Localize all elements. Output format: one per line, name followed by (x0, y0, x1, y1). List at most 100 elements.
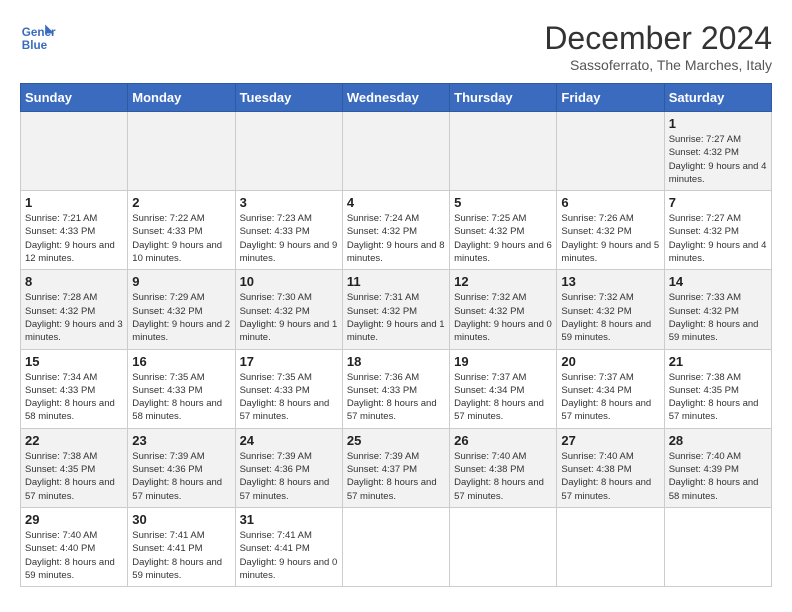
weekday-header-monday: Monday (128, 84, 235, 112)
calendar-cell: 30 Sunrise: 7:41 AMSunset: 4:41 PMDayligh… (128, 507, 235, 586)
day-number: 18 (347, 354, 445, 369)
calendar-week-4: 22 Sunrise: 7:38 AMSunset: 4:35 PMDayligh… (21, 428, 772, 507)
calendar-cell: 27 Sunrise: 7:40 AMSunset: 4:38 PMDayligh… (557, 428, 664, 507)
calendar-cell: 6 Sunrise: 7:26 AMSunset: 4:32 PMDaylight… (557, 191, 664, 270)
day-number: 23 (132, 433, 230, 448)
calendar-cell: 29 Sunrise: 7:40 AMSunset: 4:40 PMDayligh… (21, 507, 128, 586)
day-number: 19 (454, 354, 552, 369)
calendar-cell (235, 112, 342, 191)
day-info: Sunrise: 7:22 AMSunset: 4:33 PMDaylight:… (132, 212, 230, 265)
day-info: Sunrise: 7:26 AMSunset: 4:32 PMDaylight:… (561, 212, 659, 265)
weekday-header-tuesday: Tuesday (235, 84, 342, 112)
weekday-header-wednesday: Wednesday (342, 84, 449, 112)
day-number: 31 (240, 512, 338, 527)
calendar-cell: 2Sunrise: 7:22 AMSunset: 4:33 PMDaylight… (128, 191, 235, 270)
calendar-cell: 19Sunrise: 7:37 AMSunset: 4:34 PMDayligh… (450, 349, 557, 428)
calendar-week-3: 15 Sunrise: 7:34 AMSunset: 4:33 PMDayligh… (21, 349, 772, 428)
calendar-cell: 1Sunrise: 7:27 AMSunset: 4:32 PMDaylight… (664, 112, 771, 191)
day-info: Sunrise: 7:41 AMSunset: 4:41 PMDaylight:… (240, 529, 338, 582)
day-info: Sunrise: 7:40 AMSunset: 4:39 PMDaylight:… (669, 450, 767, 503)
svg-text:Blue: Blue (22, 39, 48, 52)
calendar-cell (21, 112, 128, 191)
day-info: Sunrise: 7:23 AMSunset: 4:33 PMDaylight:… (240, 212, 338, 265)
day-number: 11 (347, 274, 445, 289)
day-info: Sunrise: 7:27 AMSunset: 4:32 PMDaylight:… (669, 212, 767, 265)
day-info: Sunrise: 7:41 AMSunset: 4:41 PMDaylight:… (132, 529, 230, 582)
calendar-cell: 9Sunrise: 7:29 AMSunset: 4:32 PMDaylight… (128, 270, 235, 349)
day-number: 16 (132, 354, 230, 369)
calendar-cell: 11 Sunrise: 7:31 AMSunset: 4:32 PMDayligh… (342, 270, 449, 349)
day-number: 20 (561, 354, 659, 369)
day-info: Sunrise: 7:36 AMSunset: 4:33 PMDaylight:… (347, 371, 445, 424)
calendar-cell: 16 Sunrise: 7:35 AMSunset: 4:33 PMDayligh… (128, 349, 235, 428)
day-number: 12 (454, 274, 552, 289)
calendar-cell: 18 Sunrise: 7:36 AMSunset: 4:33 PMDayligh… (342, 349, 449, 428)
day-number: 26 (454, 433, 552, 448)
day-info: Sunrise: 7:35 AMSunset: 4:33 PMDaylight:… (240, 371, 338, 424)
day-number: 8 (25, 274, 123, 289)
day-info: Sunrise: 7:39 AMSunset: 4:36 PMDaylight:… (132, 450, 230, 503)
day-info: Sunrise: 7:38 AMSunset: 4:35 PMDaylight:… (669, 371, 767, 424)
weekday-header-saturday: Saturday (664, 84, 771, 112)
calendar-cell (450, 507, 557, 586)
calendar-cell: 10Sunrise: 7:30 AMSunset: 4:32 PMDayligh… (235, 270, 342, 349)
day-info: Sunrise: 7:28 AMSunset: 4:32 PMDaylight:… (25, 291, 123, 344)
day-number: 4 (347, 195, 445, 210)
day-info: Sunrise: 7:40 AMSunset: 4:38 PMDaylight:… (561, 450, 659, 503)
calendar-cell: 23 Sunrise: 7:39 AMSunset: 4:36 PMDayligh… (128, 428, 235, 507)
day-info: Sunrise: 7:32 AMSunset: 4:32 PMDaylight:… (454, 291, 552, 344)
day-number: 6 (561, 195, 659, 210)
day-number: 9 (132, 274, 230, 289)
day-info: Sunrise: 7:21 AMSunset: 4:33 PMDaylight:… (25, 212, 123, 265)
calendar-cell: 22 Sunrise: 7:38 AMSunset: 4:35 PMDayligh… (21, 428, 128, 507)
day-info: Sunrise: 7:34 AMSunset: 4:33 PMDaylight:… (25, 371, 123, 424)
weekday-header-friday: Friday (557, 84, 664, 112)
day-number: 14 (669, 274, 767, 289)
calendar-table: SundayMondayTuesdayWednesdayThursdayFrid… (20, 83, 772, 587)
day-number: 10 (240, 274, 338, 289)
day-info: Sunrise: 7:32 AMSunset: 4:32 PMDaylight:… (561, 291, 659, 344)
day-info: Sunrise: 7:37 AMSunset: 4:34 PMDaylight:… (561, 371, 659, 424)
day-number: 29 (25, 512, 123, 527)
day-info: Sunrise: 7:31 AMSunset: 4:32 PMDaylight:… (347, 291, 445, 344)
calendar-cell: 24Sunrise: 7:39 AMSunset: 4:36 PMDayligh… (235, 428, 342, 507)
day-number: 30 (132, 512, 230, 527)
day-info: Sunrise: 7:35 AMSunset: 4:33 PMDaylight:… (132, 371, 230, 424)
calendar-header: SundayMondayTuesdayWednesdayThursdayFrid… (21, 84, 772, 112)
day-info: Sunrise: 7:40 AMSunset: 4:40 PMDaylight:… (25, 529, 123, 582)
calendar-cell: 17Sunrise: 7:35 AMSunset: 4:33 PMDayligh… (235, 349, 342, 428)
calendar-week-2: 8 Sunrise: 7:28 AMSunset: 4:32 PMDaylight… (21, 270, 772, 349)
day-number: 27 (561, 433, 659, 448)
calendar-cell: 26 Sunrise: 7:40 AMSunset: 4:38 PMDayligh… (450, 428, 557, 507)
day-number: 5 (454, 195, 552, 210)
day-number: 13 (561, 274, 659, 289)
calendar-cell: 3 Sunrise: 7:23 AMSunset: 4:33 PMDaylight… (235, 191, 342, 270)
day-number: 15 (25, 354, 123, 369)
calendar-cell (557, 112, 664, 191)
calendar-week-5: 29 Sunrise: 7:40 AMSunset: 4:40 PMDayligh… (21, 507, 772, 586)
day-info: Sunrise: 7:40 AMSunset: 4:38 PMDaylight:… (454, 450, 552, 503)
day-number: 3 (240, 195, 338, 210)
calendar-cell (342, 507, 449, 586)
weekday-header-thursday: Thursday (450, 84, 557, 112)
weekday-header-sunday: Sunday (21, 84, 128, 112)
weekday-header-row: SundayMondayTuesdayWednesdayThursdayFrid… (21, 84, 772, 112)
calendar-week-0: 1Sunrise: 7:27 AMSunset: 4:32 PMDaylight… (21, 112, 772, 191)
day-number: 24 (240, 433, 338, 448)
day-number: 28 (669, 433, 767, 448)
day-info: Sunrise: 7:25 AMSunset: 4:32 PMDaylight:… (454, 212, 552, 265)
calendar-cell: 7Sunrise: 7:27 AMSunset: 4:32 PMDaylight… (664, 191, 771, 270)
day-number: 1 (25, 195, 123, 210)
calendar-week-1: 1 Sunrise: 7:21 AMSunset: 4:33 PMDaylight… (21, 191, 772, 270)
day-info: Sunrise: 7:38 AMSunset: 4:35 PMDaylight:… (25, 450, 123, 503)
day-number: 22 (25, 433, 123, 448)
location-subtitle: Sassoferrato, The Marches, Italy (544, 57, 772, 73)
calendar-cell: 13 Sunrise: 7:32 AMSunset: 4:32 PMDayligh… (557, 270, 664, 349)
calendar-cell: 28 Sunrise: 7:40 AMSunset: 4:39 PMDayligh… (664, 428, 771, 507)
calendar-cell: 14Sunrise: 7:33 AMSunset: 4:32 PMDayligh… (664, 270, 771, 349)
calendar-cell (557, 507, 664, 586)
calendar-cell: 25Sunrise: 7:39 AMSunset: 4:37 PMDayligh… (342, 428, 449, 507)
calendar-cell: 15 Sunrise: 7:34 AMSunset: 4:33 PMDayligh… (21, 349, 128, 428)
calendar-cell (128, 112, 235, 191)
calendar-cell: 31 Sunrise: 7:41 AMSunset: 4:41 PMDayligh… (235, 507, 342, 586)
